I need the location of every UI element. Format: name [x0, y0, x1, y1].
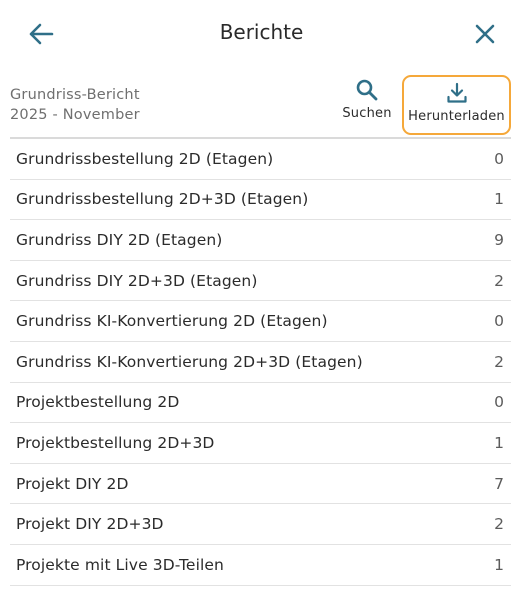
- close-button[interactable]: [463, 12, 507, 56]
- list-item-label: Grundriss KI-Konvertierung 2D+3D (Etagen…: [16, 352, 363, 371]
- list-item[interactable]: Grundriss DIY 2D+3D (Etagen) 2: [10, 261, 511, 302]
- list-item-count: 7: [494, 474, 504, 493]
- list-item-label: Grundrissbestellung 2D (Etagen): [16, 149, 274, 168]
- list-item[interactable]: Projekt DIY 2D+3D 2: [10, 504, 511, 545]
- report-name: Grundriss-Bericht: [10, 87, 140, 103]
- report-list: Grundrissbestellung 2D (Etagen) 0 Grundris…: [10, 139, 511, 586]
- list-item[interactable]: Projekte mit Live 3D-Teilen 1: [10, 545, 511, 586]
- list-item[interactable]: Grundrissbestellung 2D+3D (Etagen) 1: [10, 180, 511, 221]
- download-icon: [446, 82, 467, 103]
- close-icon: [475, 24, 495, 44]
- list-item[interactable]: Projekt DIY 2D 7: [10, 464, 511, 505]
- list-item-label: Projektbestellung 2D: [16, 393, 180, 412]
- list-item-count: 2: [494, 515, 504, 534]
- list-item[interactable]: Projektbestellung 2D 0: [10, 383, 511, 424]
- header-bar: Berichte: [0, 0, 523, 68]
- page-title: Berichte: [219, 20, 304, 44]
- list-item[interactable]: Grundriss KI-Konvertierung 2D+3D (Etagen…: [10, 342, 511, 383]
- list-item-count: 0: [494, 393, 504, 412]
- list-item-label: Grundriss DIY 2D (Etagen): [16, 230, 223, 249]
- report-period: 2025 - November: [10, 107, 140, 123]
- list-item-count: 1: [494, 190, 504, 209]
- list-item-label: Grundrissbestellung 2D+3D (Etagen): [16, 190, 309, 209]
- list-item-count: 9: [494, 230, 504, 249]
- list-item-count: 0: [494, 149, 504, 168]
- list-item-count: 1: [494, 555, 504, 574]
- list-item-count: 1: [494, 433, 504, 452]
- list-item-label: Grundriss KI-Konvertierung 2D (Etagen): [16, 312, 328, 331]
- list-item[interactable]: Projektbestellung 2D+3D 1: [10, 423, 511, 464]
- search-button[interactable]: Suchen: [340, 78, 394, 121]
- list-item[interactable]: Grundriss KI-Konvertierung 2D (Etagen) 0: [10, 301, 511, 342]
- list-item[interactable]: Grundriss DIY 2D (Etagen) 9: [10, 220, 511, 261]
- list-item-label: Projekte mit Live 3D-Teilen: [16, 555, 224, 574]
- download-button[interactable]: Herunterladen: [402, 75, 511, 135]
- list-item-count: 0: [494, 312, 504, 331]
- list-item-label: Projekt DIY 2D+3D: [16, 515, 164, 534]
- search-label: Suchen: [342, 106, 392, 121]
- list-item-count: 2: [494, 271, 504, 290]
- list-item-label: Projekt DIY 2D: [16, 474, 129, 493]
- report-info: Grundriss-Bericht 2025 - November: [10, 85, 140, 125]
- list-item-label: Grundriss DIY 2D+3D (Etagen): [16, 271, 258, 290]
- list-item-label: Projektbestellung 2D+3D: [16, 433, 215, 452]
- search-icon: [356, 79, 378, 101]
- download-label: Herunterladen: [408, 109, 505, 124]
- list-item[interactable]: Grundrissbestellung 2D (Etagen) 0: [10, 139, 511, 180]
- list-item-count: 2: [494, 352, 504, 371]
